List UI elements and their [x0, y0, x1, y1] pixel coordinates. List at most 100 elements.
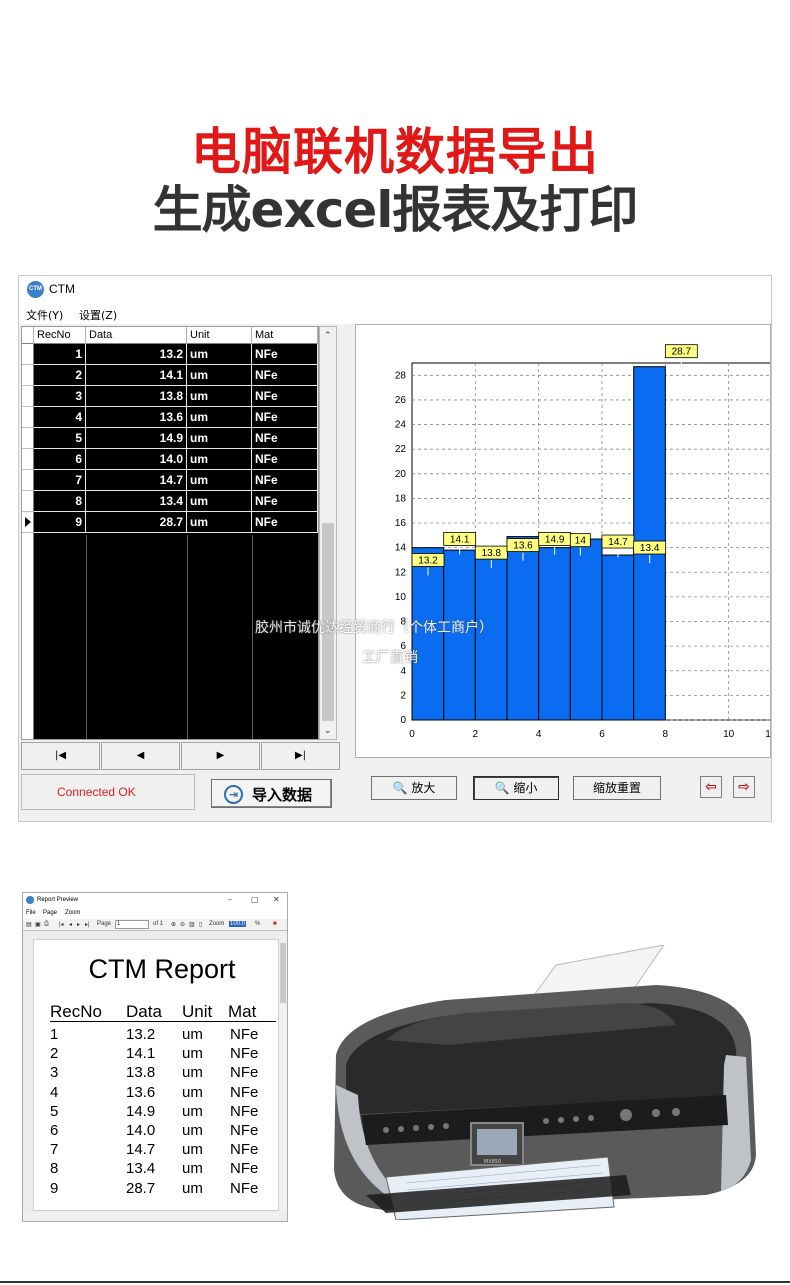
grid-cell-recno[interactable]: 8 [34, 491, 86, 512]
grid-cell-data[interactable]: 28.7 [86, 512, 187, 533]
grid-cell-mat[interactable]: NFe [252, 344, 318, 365]
zoom-out-icon[interactable]: ⊖ [180, 921, 185, 928]
grid-cell-unit[interactable]: um [187, 512, 252, 533]
grid-cell-unit[interactable]: um [187, 386, 252, 407]
report-cell-mat: NFe [230, 1122, 259, 1139]
grid-cell-unit[interactable]: um [187, 428, 252, 449]
report-vertical-scrollbar[interactable] [279, 933, 287, 1213]
grid-cell-mat[interactable]: NFe [252, 428, 318, 449]
save-icon[interactable]: ▣ [35, 921, 41, 928]
report-cell-mat: NFe [230, 1141, 259, 1159]
grid-vertical-scrollbar[interactable]: ⌃ ⌄ [319, 326, 337, 740]
zoom-out-label: 缩小 [513, 781, 538, 795]
grid-cell-mat[interactable]: NFe [252, 365, 318, 386]
grid-cell-unit[interactable]: um [187, 344, 252, 365]
print-icon[interactable]: ⎙ [44, 921, 49, 928]
first-page-icon[interactable]: |◂ [59, 921, 64, 928]
last-page-icon[interactable]: ▸| [85, 921, 90, 928]
grid-cell-recno[interactable]: 6 [34, 449, 86, 470]
scroll-down-icon[interactable]: ⌄ [324, 727, 332, 736]
report-menu-page[interactable]: Page [43, 910, 57, 916]
page-input[interactable]: 1 [115, 920, 149, 929]
grid-cell-recno[interactable]: 2 [34, 365, 86, 386]
x-tick-label: 1 [765, 729, 771, 740]
grid-cell-data[interactable]: 13.8 [86, 386, 187, 407]
page-width-icon[interactable]: ▥ [189, 921, 195, 928]
grid-cell-mat[interactable]: NFe [252, 407, 318, 428]
report-cell-recno: 3 [50, 1064, 59, 1082]
grid-cell-mat[interactable]: NFe [252, 491, 318, 512]
report-scroll-thumb[interactable] [280, 943, 286, 1003]
grid-cell-data[interactable]: 13.4 [86, 491, 187, 512]
data-label: 13.6 [513, 541, 533, 552]
histogram-chart[interactable]: 02468101214161820222426280 2 4 6 8 10 113.214.… [356, 325, 771, 758]
grid-cell-recno[interactable]: 3 [34, 386, 86, 407]
prev-page-icon[interactable]: ◂ [69, 921, 72, 928]
grid-cell-unit[interactable]: um [187, 365, 252, 386]
next-page-icon[interactable]: ▸ [77, 921, 80, 928]
grid-cell-recno[interactable]: 1 [34, 344, 86, 365]
prev-record-button[interactable]: ◀ [101, 742, 180, 770]
column-header-data[interactable]: Data [86, 327, 187, 344]
grid-cell-mat[interactable]: NFe [252, 470, 318, 491]
row-indicator[interactable] [22, 344, 34, 365]
grid-cell-data[interactable]: 14.9 [86, 428, 187, 449]
grid-cell-mat[interactable]: NFe [252, 386, 318, 407]
grid-cell-recno[interactable]: 4 [34, 407, 86, 428]
grid-cell-unit[interactable]: um [187, 407, 252, 428]
scroll-left-button[interactable]: ⇦ [700, 776, 722, 798]
next-record-button[interactable]: ▶ [181, 742, 260, 770]
grid-cell-unit[interactable]: um [187, 491, 252, 512]
menu-file[interactable]: 文件(Y) [26, 307, 63, 323]
row-indicator[interactable] [22, 491, 34, 512]
report-menu-file[interactable]: File [26, 910, 36, 916]
grid-cell-mat[interactable]: NFe [252, 512, 318, 533]
row-indicator[interactable] [22, 428, 34, 449]
minimize-icon[interactable]: – [228, 895, 232, 904]
scroll-right-button[interactable]: ⇨ [733, 776, 755, 798]
menu-settings[interactable]: 设置(Z) [79, 307, 117, 323]
row-indicator[interactable] [22, 512, 34, 533]
report-menu-zoom[interactable]: Zoom [65, 910, 80, 916]
maximize-icon[interactable]: ▢ [251, 895, 259, 904]
report-cell-data: 14.1 [126, 1045, 156, 1063]
report-cell-recno: 2 [50, 1045, 59, 1063]
row-indicator[interactable] [22, 365, 34, 386]
row-indicator[interactable] [22, 470, 34, 491]
report-horizontal-scrollbar[interactable] [23, 1213, 279, 1221]
column-header-unit[interactable]: Unit [187, 327, 252, 344]
grid-cell-data[interactable]: 14.0 [86, 449, 187, 470]
grid-cell-data[interactable]: 14.1 [86, 365, 187, 386]
grid-cell-recno[interactable]: 9 [34, 512, 86, 533]
first-record-button[interactable]: |◀ [21, 742, 100, 770]
open-icon[interactable]: ▤ [26, 921, 32, 928]
zoom-in-icon[interactable]: ⊕ [171, 921, 176, 928]
import-data-button[interactable]: ⇥ 导入数据 [211, 779, 332, 808]
zoom-in-button[interactable]: 🔍 放大 [371, 776, 457, 800]
zoom-out-button[interactable]: 🔍 缩小 [473, 776, 559, 800]
report-window-title: Report Preview [37, 897, 79, 903]
whole-page-icon[interactable]: ▯ [199, 921, 202, 928]
grid-cell-unit[interactable]: um [187, 449, 252, 470]
grid-cell-recno[interactable]: 5 [34, 428, 86, 449]
grid-cell-data[interactable]: 13.6 [86, 407, 187, 428]
grid-cell-data[interactable]: 14.7 [86, 470, 187, 491]
last-record-button[interactable]: ▶| [261, 742, 340, 770]
row-indicator[interactable] [22, 449, 34, 470]
grid-cell-mat[interactable]: NFe [252, 449, 318, 470]
scroll-up-icon[interactable]: ⌃ [324, 332, 332, 341]
zoom-input[interactable]: 100.0 [229, 921, 247, 927]
grid-cell-recno[interactable]: 7 [34, 470, 86, 491]
grid-cell-unit[interactable]: um [187, 470, 252, 491]
row-indicator[interactable] [22, 386, 34, 407]
column-header-recno[interactable]: RecNo [34, 327, 86, 344]
zoom-reset-button[interactable]: 缩放重置 [573, 776, 661, 800]
grid-cell-data[interactable]: 13.2 [86, 344, 187, 365]
close-icon[interactable]: ✕ [273, 895, 280, 904]
chart-panel[interactable]: 0 2 4 6 8 10 12 14 16 18 20 22 24 26 28 0 2 4 6 8 10 1 13.2 14.… [355, 324, 771, 758]
exit-preview-icon[interactable]: ■ [273, 921, 277, 927]
report-cell-data: 13.6 [126, 1083, 156, 1101]
column-header-mat[interactable]: Mat [252, 327, 318, 344]
row-indicator[interactable] [22, 407, 34, 428]
data-grid[interactable]: RecNo Data Unit Mat 1 13.2 um NFe 2 14.1 um NFe… [21, 326, 319, 740]
